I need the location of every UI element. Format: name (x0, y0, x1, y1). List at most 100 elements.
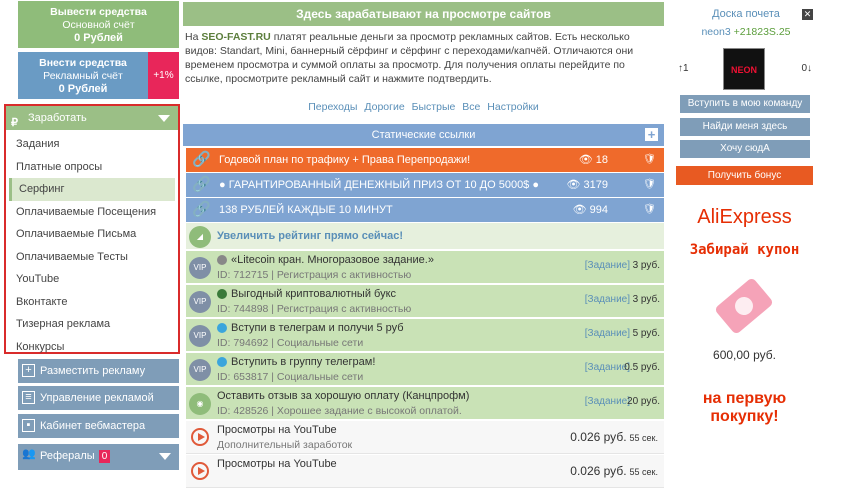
task-title[interactable]: Оставить отзыв за хорошую оплату (Канцпр… (217, 390, 469, 402)
views-count: 👁 3179 (566, 179, 608, 191)
earn-item-contests[interactable]: Конкурсы (6, 336, 178, 359)
earn-item-surfing[interactable]: Серфинг (9, 178, 175, 201)
task-row[interactable]: VIP Вступить в группу телеграм! ID: 653817… (186, 353, 664, 386)
task-row[interactable]: VIP «Litecoin кран. Многоразовое задание.… (186, 251, 664, 284)
chevron-down-icon (159, 453, 171, 460)
plus-icon: + (22, 364, 35, 377)
video-row[interactable]: Просмотры на YouTube 0.026 руб. 55 сек. (186, 455, 664, 488)
top-user[interactable]: neon3 +21823S.25 (676, 26, 816, 38)
pin-icon: ◉ (189, 393, 211, 415)
earn-item-tests[interactable]: Оплачиваемые Тесты (6, 246, 178, 269)
boost-rating-link[interactable]: Увеличить рейтинг прямо сейчас! (217, 230, 403, 242)
static-link-row[interactable]: 🔗 Годовой план по трафику + Права Перепро… (186, 148, 664, 172)
video-title[interactable]: Просмотры на YouTube (217, 424, 337, 436)
tab-all[interactable]: Все (462, 101, 480, 113)
task-meta: ID: 744898 | Регистрация с активностью (217, 303, 412, 315)
main-account-value: 0 Рублей (74, 32, 123, 44)
find-me-button[interactable]: Найди меня здесь (680, 118, 810, 136)
task-meta: ID: 712715 | Регистрация с активностью (217, 269, 412, 281)
earn-item-vk[interactable]: Вконтакте (6, 291, 178, 314)
intro-text: На SEO-FAST.RU платят реальные деньги за… (183, 26, 664, 86)
avatar-text: NEON (730, 65, 757, 75)
tab-fast[interactable]: Быстрые (412, 101, 456, 113)
static-link-row[interactable]: 🔗 138 РУБЛЕЙ КАЖДЫЕ 10 МИНУТ 👁 994 🛡 (186, 198, 664, 222)
get-bonus-button[interactable]: Получить бонус (676, 166, 813, 185)
earn-item-surveys[interactable]: Платные опросы (6, 156, 178, 179)
static-link-row[interactable]: 🔗 ● ГАРАНТИРОВАННЫЙ ДЕНЕЖНЫЙ ПРИЗ ОТ 10 Д… (186, 173, 664, 197)
earn-menu-header[interactable]: ₽ Заработать (6, 106, 178, 130)
intro-pre: На (185, 31, 202, 43)
earn-label: Заработать (28, 112, 87, 124)
task-price: 20 руб. (627, 396, 660, 407)
ad-account-value: 0 Рублей (58, 83, 108, 95)
shield-icon: 🛡 (643, 154, 656, 165)
vip-icon: VIP (189, 291, 211, 313)
withdraw-title: Вывести средства (50, 6, 147, 18)
right-sidebar: Доска почета ✕ neon3 +21823S.25 ↑1 NEON 0… (676, 0, 816, 476)
task-price: 5 руб. (632, 328, 660, 339)
coupon-price: 600,00 руб. (713, 348, 776, 362)
close-icon[interactable]: ✕ (802, 9, 813, 20)
tab-settings[interactable]: Настройки (487, 101, 539, 113)
honor-board: Доска почета ✕ (676, 8, 816, 20)
link-icon: 🔗 (192, 151, 211, 168)
task-title[interactable]: «Litecoin кран. Многоразовое задание.» (231, 254, 434, 266)
task-price: 0.5 руб. (624, 362, 660, 373)
task-row[interactable]: ◉ Оставить отзыв за хорошую оплату (Канцп… (186, 387, 664, 420)
earn-item-teaser[interactable]: Тизерная реклама (6, 313, 178, 336)
chevron-down-icon (158, 115, 170, 122)
task-title[interactable]: Вступить в группу телеграм! (231, 356, 375, 368)
task-row[interactable]: VIP Выгодный криптовалютный букс ID: 74489… (186, 285, 664, 318)
earn-item-tasks[interactable]: Задания (6, 133, 178, 156)
earn-item-letters[interactable]: Оплачиваемые Письма (6, 223, 178, 246)
task-title[interactable]: Выгодный криптовалютный букс (231, 288, 396, 300)
tab-expensive[interactable]: Дорогие (364, 101, 404, 113)
link-icon: 🔗 (192, 176, 211, 193)
want-here-button[interactable]: Хочу сюдА (680, 140, 810, 158)
task-meta: ID: 428526 | Хорошее задание с высокой о… (217, 405, 462, 417)
referrals-button[interactable]: 👥 Рефералы 0 (18, 444, 179, 470)
static-links-header: Статические ссылки + (183, 124, 664, 146)
play-icon (191, 428, 209, 446)
views-count: 👁 18 (578, 154, 608, 166)
people-icon: 👥 (22, 448, 36, 460)
main-content: Здесь зарабатывают на просмотре сайтов Н… (183, 0, 664, 488)
earn-item-youtube[interactable]: YouTube (6, 268, 178, 291)
boost-rating-row[interactable]: ◢ Увеличить рейтинг прямо сейчас! (186, 223, 664, 250)
filter-tabs: Переходы Дорогие Быстрые Все Настройки (183, 101, 664, 113)
webmaster-button[interactable]: ▪ Кабинет вебмастера (18, 414, 179, 438)
video-row[interactable]: Просмотры на YouTube Дополнительный зараб… (186, 421, 664, 454)
task-link[interactable]: [Задание] (585, 396, 630, 407)
shield-icon: 🛡 (643, 204, 656, 215)
tab-transitions[interactable]: Переходы (308, 101, 357, 113)
withdraw-panel[interactable]: Вывести средства Основной счёт 0 Рублей (18, 1, 179, 48)
honor-board-title[interactable]: Доска почета (712, 8, 780, 20)
avatar[interactable]: NEON (723, 48, 765, 90)
manage-ad-button[interactable]: ≡ Управление рекламой (18, 386, 179, 410)
earn-item-visits[interactable]: Оплачиваемые Посещения (6, 201, 178, 224)
static-links-label: Статические ссылки (371, 129, 476, 141)
task-link[interactable]: [Задание] (585, 362, 630, 373)
coupon-ticket-icon (715, 278, 773, 334)
video-title[interactable]: Просмотры на YouTube (217, 458, 337, 470)
bonus-percent-badge: +1% (148, 52, 179, 99)
place-ad-button[interactable]: + Разместить рекламу (18, 359, 179, 383)
task-link[interactable]: [Задание] (585, 260, 630, 271)
task-link[interactable]: [Задание] (585, 328, 630, 339)
deposit-panel[interactable]: Внести средства Рекламный счёт 0 Рублей (18, 52, 148, 99)
task-row[interactable]: VIP Вступи в телеграм и получи 5 руб ID: 7… (186, 319, 664, 352)
join-team-button[interactable]: Вступить в мою команду (680, 95, 810, 113)
telegram-icon (217, 357, 227, 367)
earn-menu: ₽ Заработать Задания Платные опросы Серфи… (4, 104, 180, 354)
vip-icon: VIP (189, 325, 211, 347)
video-sub: Дополнительный заработок (217, 439, 353, 451)
aliexpress-logo[interactable]: AliExpress (676, 206, 813, 229)
expand-plus-icon[interactable]: + (645, 128, 658, 141)
link-icon: 🔗 (192, 201, 211, 218)
place-ad-label: Разместить рекламу (40, 365, 146, 377)
avatar-row: ↑1 NEON 0↓ (676, 44, 816, 94)
video-time: 55 сек. (629, 433, 658, 443)
task-title[interactable]: Вступи в телеграм и получи 5 руб (231, 322, 404, 334)
views-value: 3179 (583, 179, 608, 191)
task-link[interactable]: [Задание] (585, 294, 630, 305)
